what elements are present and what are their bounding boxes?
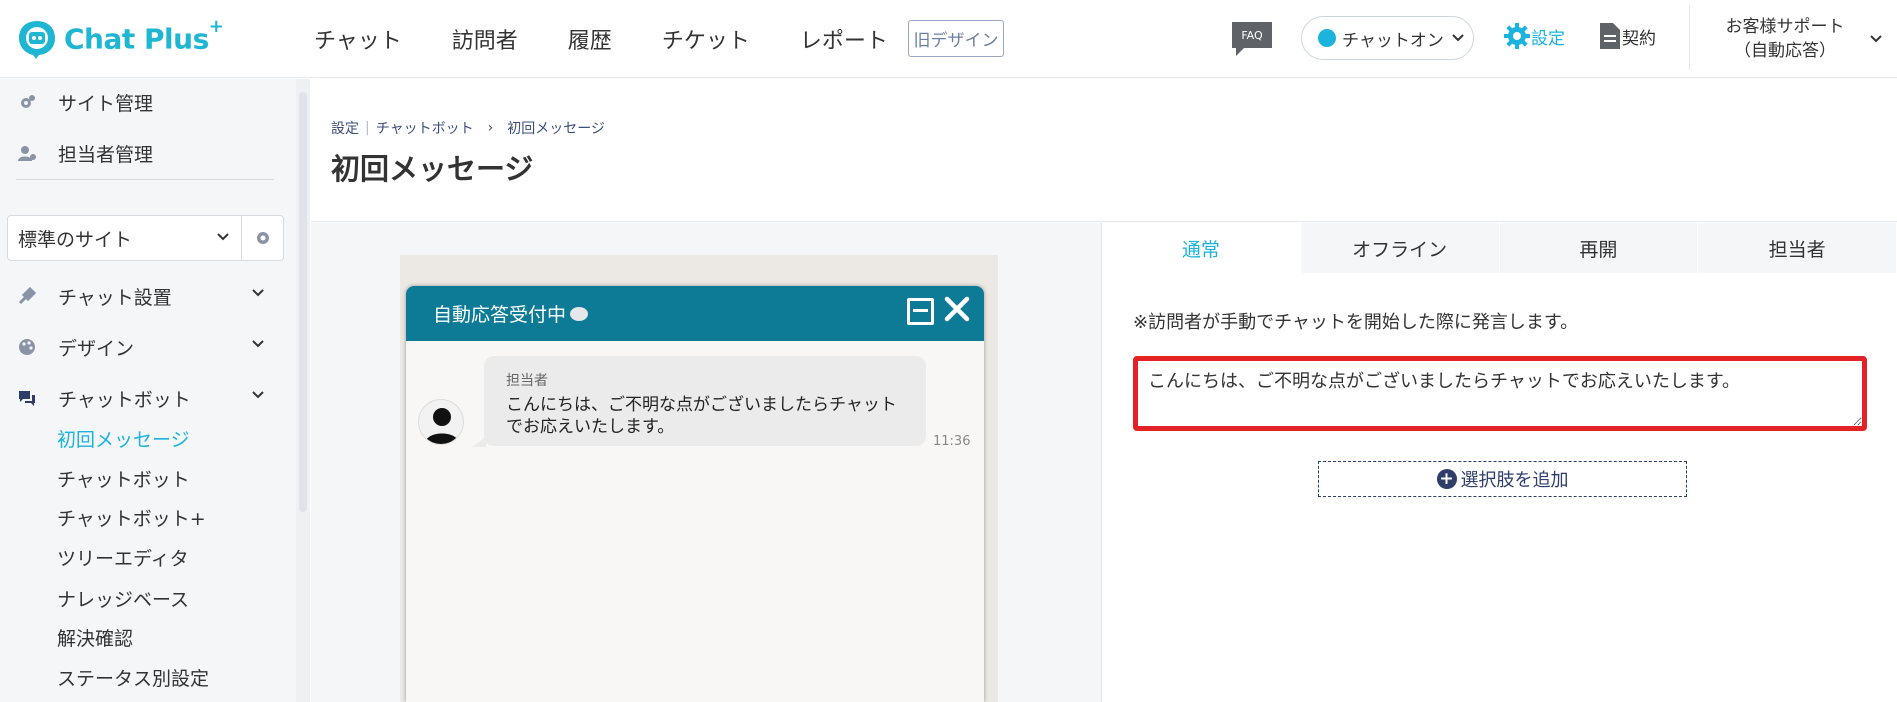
- tab-resume[interactable]: 再開: [1499, 223, 1699, 273]
- chat-bubble-logo-icon: [19, 21, 55, 59]
- sidebar-subitem-first-message[interactable]: 初回メッセージ: [57, 425, 190, 452]
- chat-status-toggle[interactable]: チャットオン: [1301, 16, 1474, 60]
- site-select[interactable]: 標準のサイト: [7, 215, 242, 261]
- chevron-down-icon: [252, 391, 264, 399]
- sidebar-item-staff-management[interactable]: 担当者管理: [0, 133, 296, 173]
- sidebar-scroll-thumb[interactable]: [299, 92, 307, 512]
- sidebar-subitem-chatbot[interactable]: チャットボット: [57, 465, 190, 492]
- sidebar-subitem-knowledge-base[interactable]: ナレッジベース: [57, 585, 189, 612]
- tab-normal[interactable]: 通常: [1102, 223, 1301, 273]
- sidebar-item-design[interactable]: デザイン: [0, 327, 296, 367]
- chevron-down-icon: [252, 289, 264, 297]
- tools-icon: [18, 287, 36, 305]
- contract-link[interactable]: 契約: [1598, 22, 1656, 50]
- faq-icon[interactable]: FAQ: [1230, 20, 1274, 58]
- nav-chat[interactable]: チャット: [314, 23, 402, 55]
- close-icon[interactable]: [942, 294, 972, 324]
- contract-label: 契約: [1622, 28, 1656, 49]
- chat-widget-header: 自動応答受付中: [406, 286, 984, 341]
- chevron-down-icon: [1452, 34, 1464, 42]
- document-icon: [1600, 23, 1620, 49]
- chat-message-bubble: 担当者 こんにちは、ご不明な点がございましたらチャットでお応えいたします。: [484, 356, 926, 446]
- nav-tickets[interactable]: チケット: [662, 23, 750, 55]
- user-silhouette-icon: [425, 408, 459, 444]
- add-choice-label: 選択肢を追加: [1460, 470, 1569, 491]
- main-nav: チャット 訪問者 履歴 チケット レポート: [314, 20, 938, 58]
- breadcrumb-separator: |: [365, 120, 370, 136]
- message-timestamp: 11:36: [933, 434, 971, 449]
- chat-status-label: チャットオン: [1342, 30, 1444, 51]
- sidebar-item-label: チャット設置: [58, 286, 172, 309]
- sidebar-item-label: デザイン: [58, 337, 135, 360]
- chat-widget-preview: 自動応答受付中 担当者 こんにちは、ご不明な点がございましたらチャットでお応えい…: [406, 286, 984, 702]
- breadcrumb-current: 初回メッセージ: [507, 121, 605, 137]
- breadcrumb: 設定 | チャットボット › 初回メッセージ: [331, 118, 605, 138]
- page-title: 初回メッセージ: [331, 152, 534, 186]
- palette-icon: [19, 339, 35, 355]
- sidebar-subitem-chatbot-plus[interactable]: チャットボット+: [57, 504, 206, 531]
- old-design-button[interactable]: 旧デザイン: [908, 20, 1004, 57]
- sidebar-divider: [16, 179, 274, 180]
- user-gear-icon: [18, 146, 36, 161]
- nav-reports[interactable]: レポート: [800, 23, 888, 55]
- gear-icon: [256, 232, 269, 244]
- tab-staff[interactable]: 担当者: [1698, 223, 1897, 273]
- message-bubble-tail: [472, 437, 486, 447]
- header-divider: [1689, 6, 1690, 70]
- chat-bubbles-icon: [19, 391, 35, 406]
- instruction-note: ※訪問者が手動でチャットを開始した際に発言します。: [1133, 312, 1579, 333]
- settings-label: 設定: [1531, 28, 1565, 49]
- top-header: Chat Plus+ チャット 訪問者 履歴 チケット レポート 旧デザイン F…: [0, 0, 1897, 78]
- sidebar-item-label: 担当者管理: [58, 143, 154, 166]
- site-select-value: 標準のサイト: [18, 228, 133, 251]
- add-choice-button[interactable]: + 選択肢を追加: [1318, 461, 1687, 497]
- sidebar-subitem-resolution-check[interactable]: 解決確認: [57, 624, 133, 651]
- speech-bubble-icon: [570, 306, 589, 321]
- sidebar-item-label: サイト管理: [58, 92, 154, 115]
- chevron-down-icon: [217, 233, 229, 241]
- message-text: こんにちは、ご不明な点がございましたらチャットでお応えいたします。: [506, 395, 897, 437]
- sidebar-item-chat-setup[interactable]: チャット設置: [0, 276, 296, 316]
- settings-link[interactable]: 設定: [1503, 22, 1565, 50]
- minimize-icon[interactable]: [907, 298, 934, 325]
- support-account-menu[interactable]: お客様サポート （自動応答）: [1710, 15, 1890, 63]
- nav-visitors[interactable]: 訪問者: [452, 23, 518, 55]
- svg-text:FAQ: FAQ: [1241, 29, 1263, 42]
- tab-offline[interactable]: オフライン: [1300, 223, 1500, 273]
- message-sender: 担当者: [506, 373, 548, 389]
- chevron-down-icon: [252, 340, 264, 348]
- status-dot-icon: [1318, 29, 1336, 47]
- nav-history[interactable]: 履歴: [568, 23, 612, 55]
- breadcrumb-settings[interactable]: 設定: [331, 118, 359, 138]
- chat-widget-body: 担当者 こんにちは、ご不明な点がございましたらチャットでお応えいたします。 11…: [406, 341, 984, 702]
- page-header: [311, 79, 1897, 222]
- sidebar-subitem-tree-editor[interactable]: ツリーエディタ: [57, 544, 189, 571]
- sidebar-item-site-management[interactable]: サイト管理: [0, 82, 296, 122]
- site-settings-button[interactable]: [241, 215, 284, 261]
- message-type-tabs: 通常 オフライン 再開 担当者: [1102, 223, 1897, 273]
- sidebar-subitem-status-settings[interactable]: ステータス別設定: [57, 664, 209, 691]
- avatar: [418, 399, 464, 445]
- breadcrumb-chatbot[interactable]: チャットボット: [376, 118, 474, 138]
- gears-icon: [21, 95, 35, 108]
- chatplus-logo[interactable]: Chat Plus+: [16, 16, 224, 61]
- support-account-label: お客様サポート （自動応答）: [1725, 17, 1845, 61]
- first-message-input[interactable]: こんにちは、ご不明な点がございましたらチャットでお応えいたします。: [1133, 356, 1867, 431]
- sidebar-item-label: チャットボット: [58, 388, 191, 411]
- sidebar-item-chatbot[interactable]: チャットボット: [0, 378, 296, 418]
- plus-circle-icon: +: [1436, 469, 1457, 489]
- chevron-down-icon: [1870, 35, 1882, 43]
- chat-widget-title: 自動応答受付中: [433, 304, 567, 326]
- gear-icon: [1504, 23, 1530, 49]
- logo-wordmark: Chat Plus+: [64, 16, 224, 56]
- chevron-right-icon: ›: [487, 120, 494, 136]
